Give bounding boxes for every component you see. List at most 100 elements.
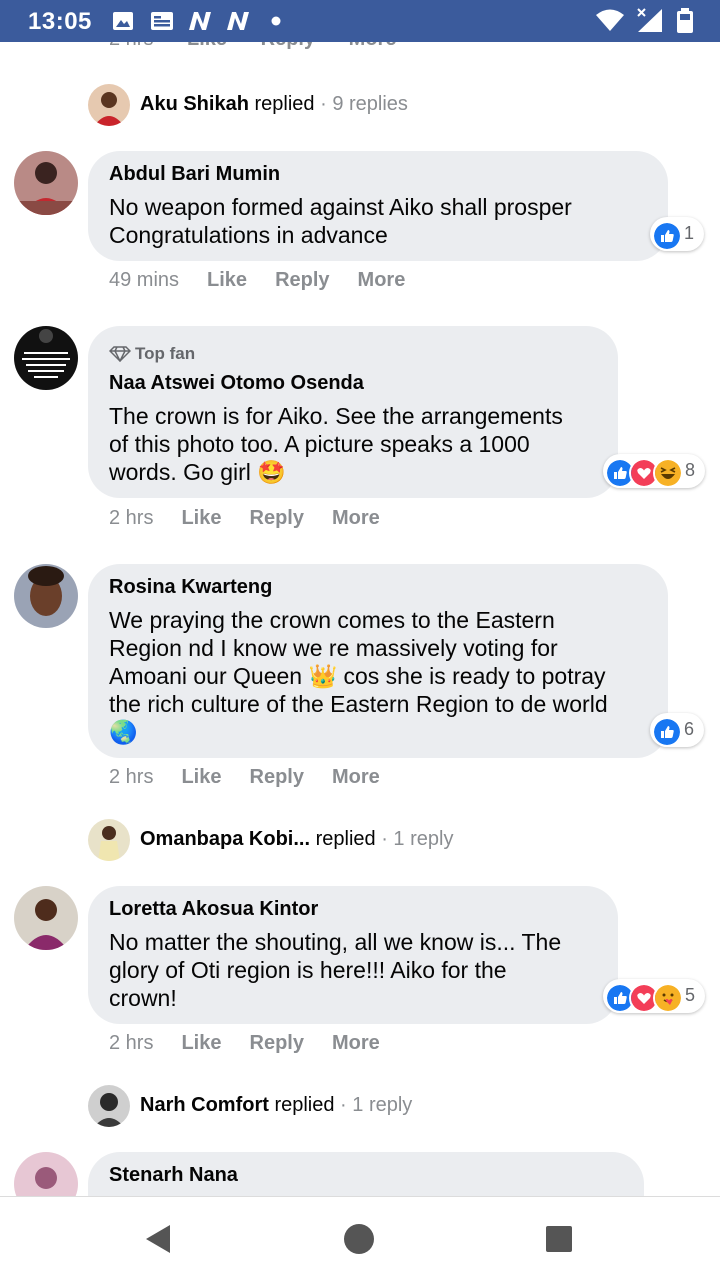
reply-count[interactable]: 1 reply (393, 828, 453, 850)
avatar (88, 1085, 130, 1127)
avatar (88, 84, 130, 126)
comment-text: We praying the crown comes to the Easter… (109, 606, 608, 746)
reply-separator: · (334, 1094, 353, 1116)
comment-actions-cutoff: 2 hrs Like Reply More (109, 42, 396, 51)
n-app-icon (189, 12, 211, 30)
like-link[interactable]: Like (181, 1032, 221, 1054)
wifi-icon (596, 9, 624, 31)
recents-icon[interactable] (545, 1225, 573, 1253)
like-link[interactable]: Like (181, 766, 221, 788)
comment-line: words. Go girl 🤩 (109, 459, 286, 485)
back-icon[interactable] (144, 1223, 174, 1255)
avatar[interactable] (14, 564, 78, 628)
comment-time: 2 hrs (109, 507, 154, 529)
like-link[interactable]: Like (207, 269, 247, 291)
reply-author[interactable]: Omanbapa Kobi... (140, 828, 310, 850)
reply-author[interactable]: Aku Shikah (140, 93, 249, 115)
reaction-summary[interactable]: 8 (603, 454, 705, 488)
avatar[interactable] (14, 886, 78, 950)
top-fan-badge: Top fan (108, 344, 196, 364)
reaction-count: 6 (684, 719, 695, 739)
reply-count[interactable]: 9 replies (332, 93, 408, 115)
reply-separator: · (314, 93, 333, 115)
comment-line: No matter the shouting, all we know is..… (109, 929, 562, 955)
comment-line: of this photo too. A picture speaks a 10… (109, 431, 530, 457)
reply-link[interactable]: Reply (250, 766, 304, 788)
comment-bubble[interactable]: Abdul Bari Mumin No weapon formed agains… (88, 151, 668, 261)
comment-line: glory of Oti region is here!!! Aiko for … (109, 957, 507, 983)
comment-actions: 2 hrs Like Reply More (109, 507, 380, 530)
comment-author[interactable]: Loretta Akosua Kintor (109, 898, 318, 921)
comment-author[interactable]: Rosina Kwarteng (109, 576, 272, 599)
reaction-summary[interactable]: 5 (603, 979, 705, 1013)
comment-line: Region nd I know we re massively voting … (109, 635, 558, 661)
reply-link[interactable]: Reply (275, 269, 329, 291)
haha-reaction-icon (653, 458, 683, 488)
like-reaction-icon (652, 717, 682, 747)
comment-time: 49 mins (109, 269, 180, 291)
reply-link[interactable]: Reply (250, 1032, 304, 1054)
comment-bubble[interactable]: Loretta Akosua Kintor No matter the shou… (88, 886, 618, 1024)
more-link[interactable]: More (332, 766, 380, 788)
more-link[interactable]: More (332, 507, 380, 529)
reply-verb: replied (254, 93, 315, 115)
avatar[interactable] (14, 151, 78, 215)
comment-line: No weapon formed against Aiko shall pros… (109, 194, 572, 220)
navigation-bar (0, 1196, 720, 1281)
reaction-summary[interactable]: 6 (650, 713, 704, 747)
comment-line: Amoani our Queen 👑 cos she is ready to p… (109, 663, 606, 689)
comment-actions: 2 hrs Like Reply More (109, 1032, 380, 1055)
home-icon[interactable] (343, 1223, 375, 1255)
comment-line: the rich culture of the Eastern Region t… (109, 691, 608, 717)
comment-text: The crown is for Aiko. See the arrangeme… (109, 402, 563, 486)
n-app-icon (227, 12, 249, 30)
signal-icon (637, 8, 662, 32)
reply-link[interactable]: Reply (250, 507, 304, 529)
comment-time: 2 hrs (109, 766, 154, 788)
care-reaction-icon (653, 983, 683, 1013)
news-icon (151, 12, 173, 30)
comment-line: We praying the crown comes to the Easter… (109, 607, 555, 633)
comment-bubble[interactable]: Rosina Kwarteng We praying the crown com… (88, 564, 668, 758)
comment-author[interactable]: Stenarh Nana (109, 1164, 238, 1187)
comment-time: 2 hrs (109, 42, 153, 50)
comment-time: 2 hrs (109, 1032, 154, 1054)
reaction-count: 1 (684, 223, 695, 243)
reply-verb: replied (274, 1094, 335, 1116)
comment-bubble[interactable]: Stenarh Nana (88, 1152, 644, 1196)
more-link[interactable]: More (332, 1032, 380, 1054)
reply-verb: replied (315, 828, 376, 850)
comments-list[interactable]: 2 hrs Like Reply More Aku Shikah replied… (0, 42, 720, 1196)
comment-actions: 49 mins Like Reply More (109, 269, 405, 292)
like-link[interactable]: Like (181, 507, 221, 529)
comment-actions: 2 hrs Like Reply More (109, 766, 380, 789)
comment-text: No weapon formed against Aiko shall pros… (109, 193, 572, 249)
top-fan-label: Top fan (135, 344, 196, 363)
comment-author[interactable]: Abdul Bari Mumin (109, 163, 280, 186)
avatar[interactable] (14, 1152, 78, 1196)
reaction-count: 5 (685, 985, 696, 1005)
status-time: 13:05 (28, 8, 92, 35)
avatar (88, 819, 130, 861)
battery-icon (677, 8, 693, 33)
like-reaction-icon (652, 221, 682, 251)
reaction-count: 8 (685, 460, 696, 480)
comment-bubble[interactable]: Top fan Naa Atswei Otomo Osenda The crow… (88, 326, 618, 498)
comment-line: crown! (109, 985, 177, 1011)
reaction-summary[interactable]: 1 (650, 217, 704, 251)
reply-author[interactable]: Narh Comfort (140, 1094, 269, 1116)
comment-line: Congratulations in advance (109, 222, 388, 248)
status-bar: 13:05 (0, 0, 720, 42)
comment-author[interactable]: Naa Atswei Otomo Osenda (109, 372, 364, 395)
diamond-icon (108, 346, 132, 363)
like-link[interactable]: Like (187, 42, 227, 50)
comment-text: No matter the shouting, all we know is..… (109, 928, 561, 1012)
avatar[interactable] (14, 326, 78, 390)
comment-line: The crown is for Aiko. See the arrangeme… (109, 403, 563, 429)
comment-line: 🌏 (109, 719, 138, 745)
dot-icon (271, 16, 281, 26)
more-link[interactable]: More (349, 42, 397, 50)
reply-link[interactable]: Reply (261, 42, 315, 50)
more-link[interactable]: More (358, 269, 406, 291)
reply-count[interactable]: 1 reply (352, 1094, 412, 1116)
